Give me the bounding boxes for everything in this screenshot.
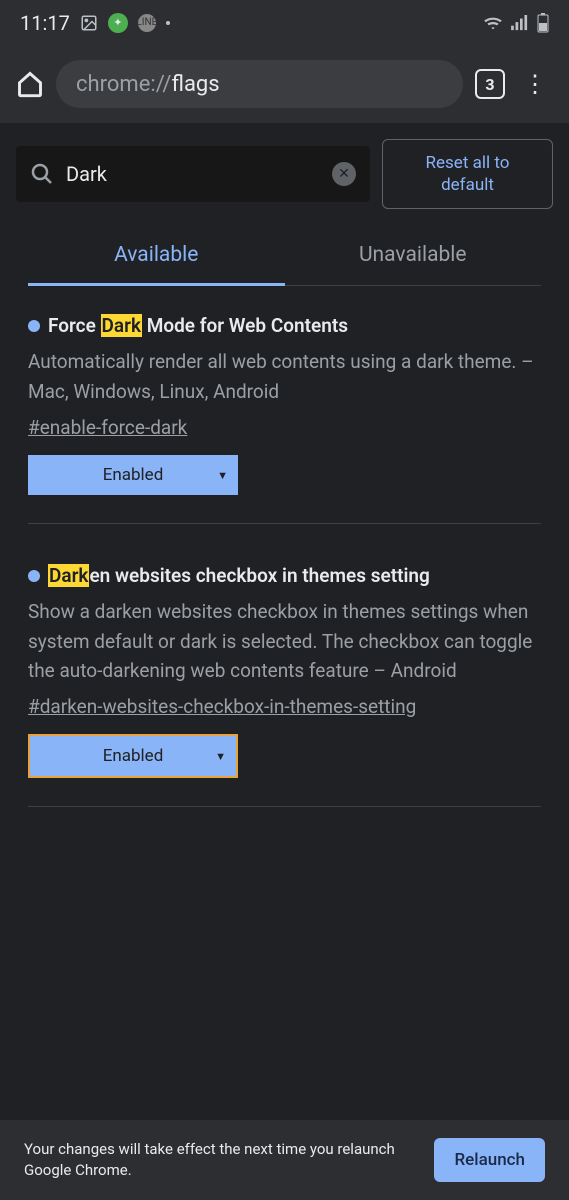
url-scheme: chrome://: [76, 72, 171, 97]
flag-title: Darken websites checkbox in themes setti…: [28, 564, 541, 587]
flag-item: Force Dark Mode for Web Contents Automat…: [28, 314, 541, 524]
flag-title: Force Dark Mode for Web Contents: [28, 314, 541, 337]
flag-title-text: Force Dark Mode for Web Contents: [48, 314, 348, 337]
image-icon: [80, 14, 98, 32]
line-app-icon: LINE: [138, 14, 156, 32]
flag-hash[interactable]: #enable-force-dark: [28, 416, 187, 439]
clear-search-icon[interactable]: ✕: [332, 162, 356, 186]
chevron-down-icon: ▼: [217, 469, 228, 482]
status-time: 11:17: [20, 11, 70, 35]
search-box: ✕: [16, 146, 370, 202]
signal-icon: [511, 15, 529, 31]
status-bar: 11:17 ✦ LINE: [0, 0, 569, 45]
more-menu-icon[interactable]: ⋮: [517, 70, 553, 98]
flag-title-text: Darken websites checkbox in themes setti…: [48, 564, 430, 587]
browser-toolbar: chrome://flags 3 ⋮: [0, 45, 569, 123]
status-left: 11:17 ✦ LINE: [20, 11, 170, 35]
tab-count-value: 3: [485, 75, 494, 94]
tab-switcher[interactable]: 3: [475, 69, 505, 99]
flag-select-value: Enabled: [103, 746, 164, 766]
url-path: flags: [171, 72, 219, 97]
search-input[interactable]: [66, 162, 320, 186]
flag-hash[interactable]: #darken-websites-checkbox-in-themes-sett…: [28, 695, 416, 718]
flag-select-value: Enabled: [103, 465, 164, 485]
url-bar[interactable]: chrome://flags: [56, 60, 463, 108]
flags-list: Force Dark Mode for Web Contents Automat…: [0, 286, 569, 875]
tab-unavailable[interactable]: Unavailable: [285, 225, 542, 285]
status-dot-icon: [28, 570, 40, 582]
flag-select[interactable]: Enabled ▼: [28, 455, 238, 495]
relaunch-text: Your changes will take effect the next t…: [24, 1139, 418, 1181]
tab-available[interactable]: Available: [28, 225, 285, 285]
relaunch-button[interactable]: Relaunch: [434, 1138, 545, 1182]
battery-icon: [537, 13, 549, 33]
app-icon: ✦: [108, 13, 128, 33]
flag-item: Darken websites checkbox in themes setti…: [28, 564, 541, 807]
chevron-down-icon: ▼: [215, 750, 226, 763]
home-icon[interactable]: [16, 70, 44, 98]
status-dot-icon: [28, 320, 40, 332]
flag-select[interactable]: Enabled ▼: [28, 734, 238, 778]
relaunch-bar: Your changes will take effect the next t…: [0, 1120, 569, 1200]
reset-all-button[interactable]: Reset all to default: [382, 139, 553, 209]
search-row: ✕ Reset all to default: [0, 123, 569, 225]
search-icon: [30, 162, 54, 186]
more-notifications-icon: [166, 21, 170, 25]
wifi-icon: [483, 15, 503, 31]
tabs: Available Unavailable: [28, 225, 541, 286]
status-right: [483, 13, 549, 33]
flag-description: Automatically render all web contents us…: [28, 347, 541, 406]
flag-description: Show a darken websites checkbox in theme…: [28, 597, 541, 685]
